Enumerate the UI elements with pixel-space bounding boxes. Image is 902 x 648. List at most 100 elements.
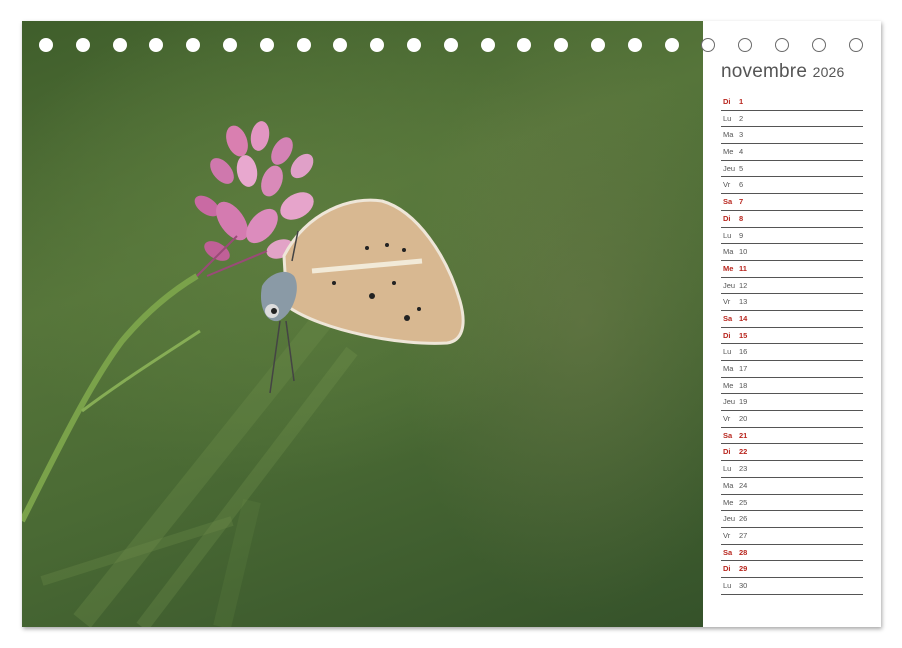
binding-ring-icon <box>370 38 385 52</box>
day-number: 19 <box>739 397 748 407</box>
day-row: Sa 7 <box>721 194 863 211</box>
weekday-label: Sa <box>723 430 733 440</box>
year-label: 2026 <box>812 64 845 80</box>
weekday-label: Di <box>723 97 731 106</box>
binding-ring-icon <box>296 38 311 52</box>
weekday-label: Sa <box>723 197 733 207</box>
day-row: Sa 21 <box>721 428 863 445</box>
month-name: novembre <box>721 61 808 82</box>
day-row: Me 4 <box>721 144 863 161</box>
binding-ring-icon <box>627 38 642 52</box>
weekday-label: Di <box>723 213 731 223</box>
weekday-label: Ma <box>723 130 734 140</box>
day-number: 20 <box>739 414 748 424</box>
day-row: Sa 14 <box>721 311 863 328</box>
weekday-label: Me <box>723 147 734 157</box>
day-number: 8 <box>739 213 744 223</box>
weekday-label: Sa <box>723 313 733 323</box>
butterfly-photo <box>22 21 703 627</box>
day-number: 15 <box>739 330 748 340</box>
weekday-label: Di <box>723 330 731 340</box>
day-number: 29 <box>739 564 748 574</box>
weekday-label: Lu <box>723 580 732 590</box>
binding-ring-icon <box>848 38 863 52</box>
day-row: Lu 23 <box>721 461 863 478</box>
weekday-label: Sa <box>723 547 733 557</box>
day-row: Vr 27 <box>721 528 863 545</box>
weekday-label: Jeu <box>723 280 736 290</box>
binding-ring-icon <box>701 38 716 52</box>
day-number: 18 <box>739 380 748 390</box>
weekday-label: Di <box>723 564 731 574</box>
day-number: 11 <box>739 263 747 273</box>
day-list: Di 1 Lu 2 Ma 3 Me 4 Jeu 5 Vr 6 Sa 7 Di 8 Lu 9 Ma 10 Me 11 Jeu 1… <box>721 94 863 595</box>
day-row: Me 11 <box>721 261 863 278</box>
binding-ring-icon <box>775 38 789 52</box>
weekday-label: Me <box>723 380 734 390</box>
day-row: Jeu 5 <box>721 161 863 178</box>
day-number: 13 <box>739 297 748 307</box>
month-title: novembre 2026 <box>721 61 845 83</box>
weekday-label: Me <box>723 497 734 507</box>
day-number: 23 <box>739 464 748 474</box>
weekday-label: Vr <box>723 180 731 190</box>
binding-ring-icon <box>186 38 201 52</box>
day-number: 4 <box>739 147 744 157</box>
day-row: Ma 24 <box>721 478 863 495</box>
day-number: 26 <box>739 514 748 524</box>
binding-ring-icon <box>39 38 53 52</box>
binding-ring-icon <box>443 38 458 52</box>
binding-ring-icon <box>517 38 532 52</box>
day-row: Lu 16 <box>721 344 863 361</box>
day-row: Me 25 <box>721 495 863 512</box>
binding-rings <box>22 38 881 58</box>
day-row: Ma 17 <box>721 361 863 378</box>
day-row: Lu 9 <box>721 228 863 245</box>
day-row: Di 8 <box>721 211 863 228</box>
day-number: 17 <box>739 364 748 373</box>
day-row: Vr 20 <box>721 411 863 428</box>
binding-ring-icon <box>480 38 495 52</box>
weekday-label: Lu <box>723 113 732 123</box>
binding-ring-icon <box>112 38 127 52</box>
weekday-label: Jeu <box>723 397 736 407</box>
binding-ring-icon <box>223 38 237 52</box>
day-number: 1 <box>739 97 744 106</box>
day-number: 24 <box>739 480 748 490</box>
day-row: Vr 13 <box>721 294 863 311</box>
day-row: Jeu 19 <box>721 394 863 412</box>
weekday-label: Jeu <box>723 514 736 524</box>
day-row: Jeu 26 <box>721 511 863 528</box>
day-row: Di 29 <box>721 561 863 578</box>
weekday-label: Vr <box>723 530 731 540</box>
day-number: 9 <box>739 230 744 240</box>
weekday-label: Me <box>723 263 734 273</box>
day-number: 27 <box>739 530 748 540</box>
binding-ring-icon <box>149 38 164 52</box>
day-row: Lu 2 <box>721 111 863 128</box>
day-number: 6 <box>739 180 744 190</box>
weekday-label: Vr <box>723 414 731 424</box>
day-number: 16 <box>739 347 748 357</box>
binding-ring-icon <box>664 38 679 52</box>
binding-ring-icon <box>591 38 605 52</box>
day-number: 21 <box>739 430 748 440</box>
day-row: Jeu 12 <box>721 278 863 295</box>
butterfly-on-flower-icon <box>22 121 465 627</box>
weekday-label: Di <box>723 447 731 457</box>
calendar-page: novembre 2026 Di 1 Lu 2 Ma 3 Me 4 Jeu 5 Vr 6 Sa 7 Di 8 L… <box>22 21 881 627</box>
binding-ring-icon <box>259 38 274 52</box>
day-row: Di 1 <box>721 94 863 111</box>
day-number: 12 <box>739 280 748 290</box>
weekday-label: Ma <box>723 364 734 373</box>
weekday-label: Jeu <box>723 163 736 173</box>
day-number: 25 <box>739 497 748 507</box>
day-number: 14 <box>739 313 748 323</box>
weekday-label: Lu <box>723 230 732 240</box>
weekday-label: Ma <box>723 480 734 490</box>
day-number: 3 <box>739 130 744 140</box>
day-row: Ma 10 <box>721 244 863 261</box>
binding-ring-icon <box>407 38 421 52</box>
day-number: 2 <box>739 113 744 123</box>
weekday-label: Lu <box>723 464 732 474</box>
